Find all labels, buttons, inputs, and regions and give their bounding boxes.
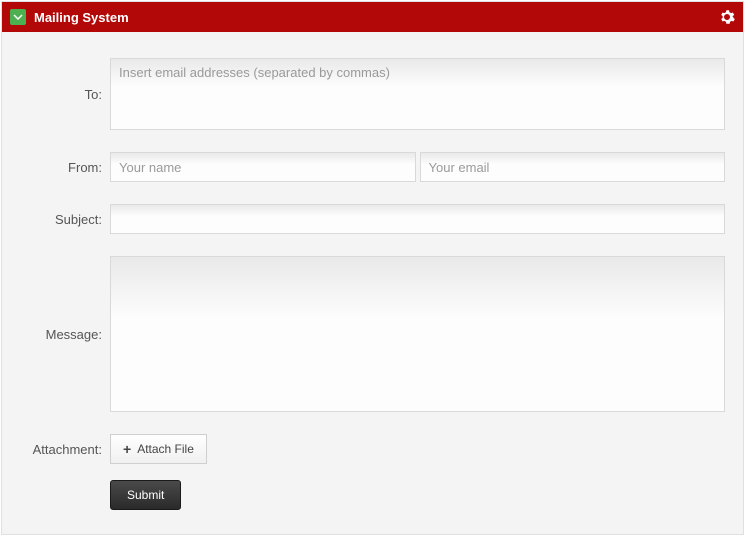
row-message: Message: — [20, 256, 725, 412]
message-input[interactable] — [110, 256, 725, 412]
label-attachment: Attachment: — [20, 434, 110, 464]
subject-input[interactable] — [110, 204, 725, 234]
row-subject: Subject: — [20, 204, 725, 234]
settings-button[interactable] — [719, 9, 735, 25]
collapse-button[interactable] — [10, 9, 26, 25]
label-message: Message: — [20, 256, 110, 412]
submit-button[interactable]: Submit — [110, 480, 181, 510]
from-name-input[interactable] — [110, 152, 416, 182]
panel-header: Mailing System — [2, 2, 743, 32]
attach-file-label: Attach File — [137, 442, 194, 456]
label-from: From: — [20, 152, 110, 182]
from-email-input[interactable] — [420, 152, 726, 182]
panel-title: Mailing System — [34, 10, 719, 25]
mailing-panel: Mailing System To: From: Subject: — [1, 1, 744, 535]
row-submit: Submit — [20, 480, 725, 510]
row-from: From: — [20, 152, 725, 182]
chevron-down-icon — [13, 14, 23, 20]
row-attachment: Attachment: + Attach File — [20, 434, 725, 464]
gear-icon — [719, 9, 735, 25]
row-to: To: — [20, 58, 725, 130]
label-to: To: — [20, 58, 110, 130]
label-subject: Subject: — [20, 204, 110, 234]
attach-file-button[interactable]: + Attach File — [110, 434, 207, 464]
panel-body: To: From: Subject: Message: Att — [2, 32, 743, 534]
plus-icon: + — [123, 442, 131, 456]
to-input[interactable] — [110, 58, 725, 130]
